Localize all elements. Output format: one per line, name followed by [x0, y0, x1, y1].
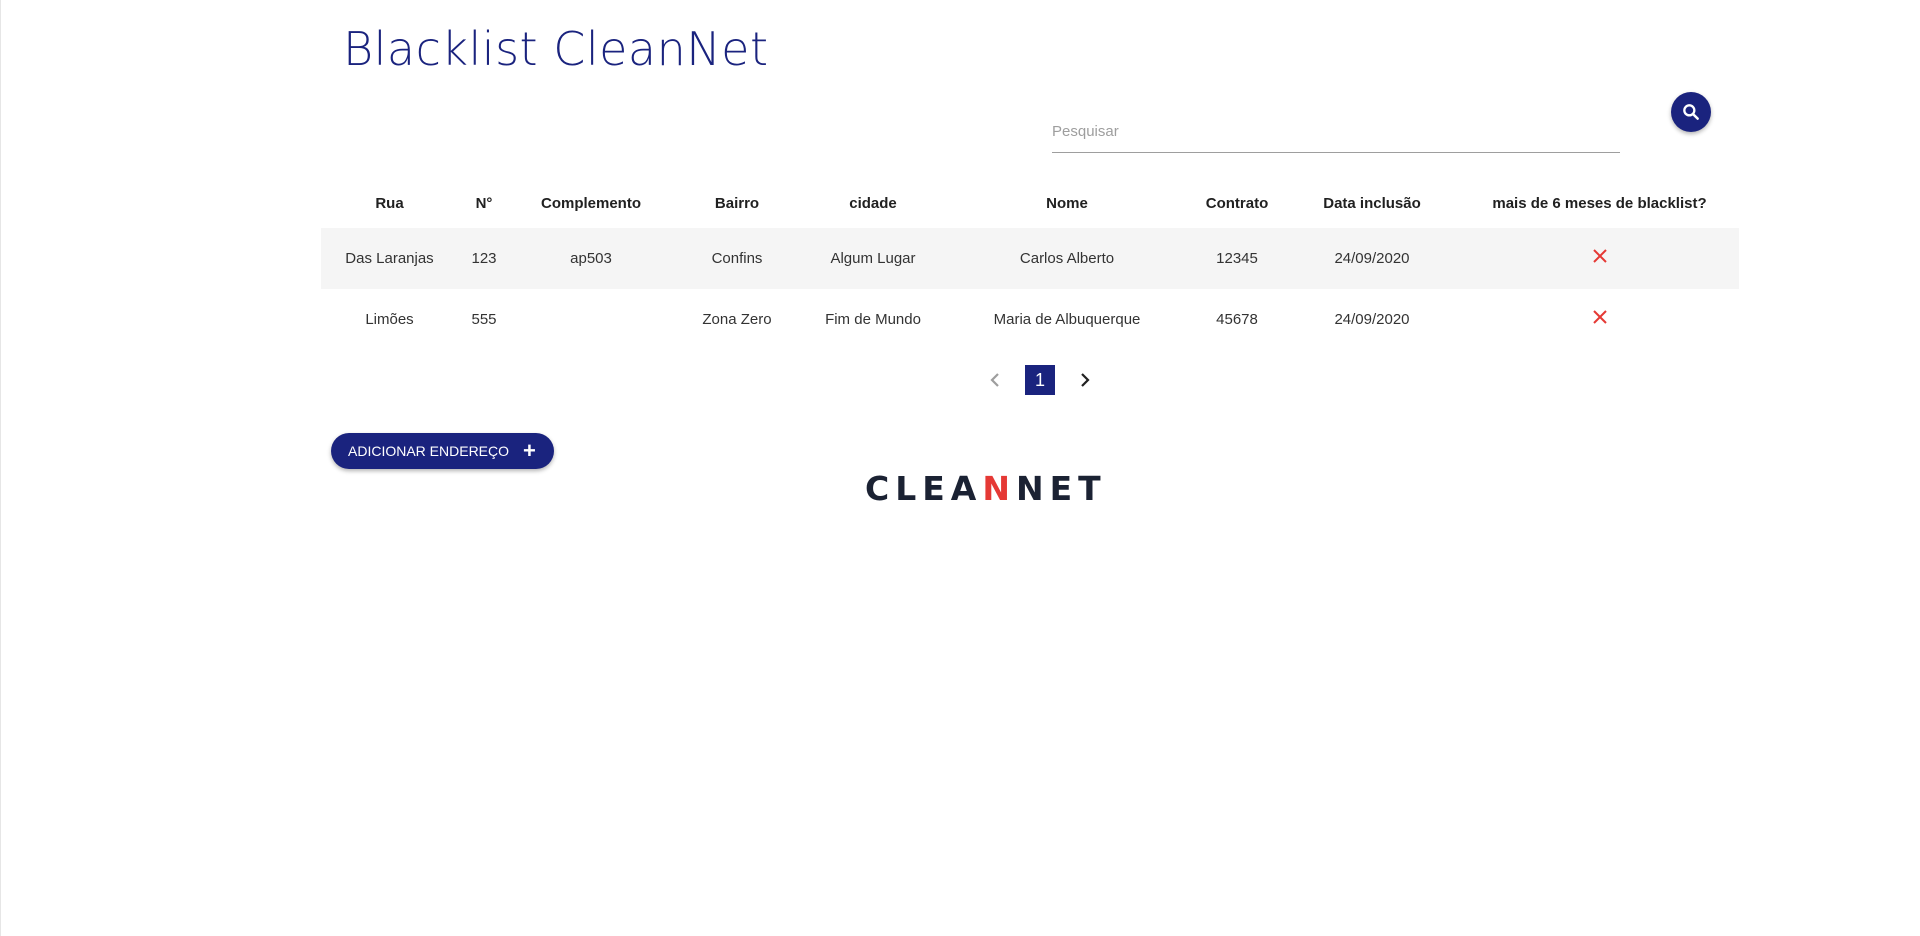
column-header-contrato[interactable]: Contrato [1190, 179, 1284, 228]
blacklist-table-container: Rua N° Complemento Bairro cidade Nome Co… [321, 179, 1739, 350]
column-header-nome[interactable]: Nome [944, 179, 1190, 228]
column-header-mais-de-6-meses[interactable]: mais de 6 meses de blacklist? [1460, 179, 1739, 228]
column-header-bairro[interactable]: Bairro [672, 179, 802, 228]
logo-text-end: NET [1015, 469, 1107, 508]
cell-data-inclusao: 24/09/2020 [1334, 311, 1410, 328]
logo-text-start: CLEA [865, 469, 983, 508]
cell-data-inclusao: 24/09/2020 [1334, 250, 1410, 267]
search-input[interactable] [1052, 112, 1620, 150]
page-title: Blacklist CleanNet [343, 22, 769, 76]
add-address-label: ADICIONAR ENDEREÇO [348, 443, 510, 459]
chevron-left-icon [990, 373, 999, 387]
cell-cidade: Fim de Mundo [825, 311, 921, 328]
cleannet-logo: CLEA N NET [865, 469, 1107, 508]
cell-nome: Maria de Albuquerque [993, 311, 1141, 328]
plus-icon: + [523, 438, 536, 463]
table-row[interactable]: Limões 555 Zona Zero Fim de Mundo Maria … [321, 289, 1739, 350]
cell-contrato: 45678 [1216, 311, 1258, 328]
cell-bairro: Zona Zero [702, 311, 772, 328]
column-header-cidade[interactable]: cidade [802, 179, 944, 228]
page: Blacklist CleanNet Rua N° Complemento Ba… [0, 0, 1920, 936]
cell-mais-de-6-meses [1460, 289, 1739, 350]
column-header-data-inclusao[interactable]: Data inclusão [1284, 179, 1460, 228]
search-field [1052, 112, 1620, 153]
cell-complemento: ap503 [570, 250, 612, 267]
table-row[interactable]: Das Laranjas 123 ap503 Confins Algum Lug… [321, 228, 1739, 289]
blacklist-table: Rua N° Complemento Bairro cidade Nome Co… [321, 179, 1739, 350]
cell-cidade: Algum Lugar [830, 250, 916, 267]
search-icon [1683, 104, 1699, 120]
column-header-rua[interactable]: Rua [321, 179, 458, 228]
cell-numero: 555 [471, 311, 497, 328]
close-icon [1592, 309, 1607, 324]
column-header-complemento[interactable]: Complemento [510, 179, 672, 228]
table-header-row: Rua N° Complemento Bairro cidade Nome Co… [321, 179, 1739, 228]
cell-rua: Das Laranjas [345, 250, 434, 267]
column-header-numero[interactable]: N° [458, 179, 510, 228]
cell-rua: Limões [365, 311, 414, 328]
cell-contrato: 12345 [1216, 250, 1258, 267]
add-address-button[interactable]: ADICIONAR ENDEREÇO + [331, 433, 554, 469]
pagination: 1 [981, 365, 1099, 395]
search-button[interactable] [1671, 92, 1711, 132]
next-page-button[interactable] [1071, 365, 1099, 395]
cell-nome: Carlos Alberto [1019, 250, 1115, 267]
logo-text-accent: N [982, 469, 1016, 508]
previous-page-button[interactable] [981, 365, 1009, 395]
cell-complemento [510, 289, 672, 350]
chevron-right-icon [1081, 373, 1090, 387]
cell-bairro: Confins [711, 250, 763, 267]
close-icon [1592, 248, 1607, 263]
cell-mais-de-6-meses [1460, 228, 1739, 289]
cell-numero: 123 [471, 250, 497, 267]
page-number-current[interactable]: 1 [1025, 365, 1055, 395]
